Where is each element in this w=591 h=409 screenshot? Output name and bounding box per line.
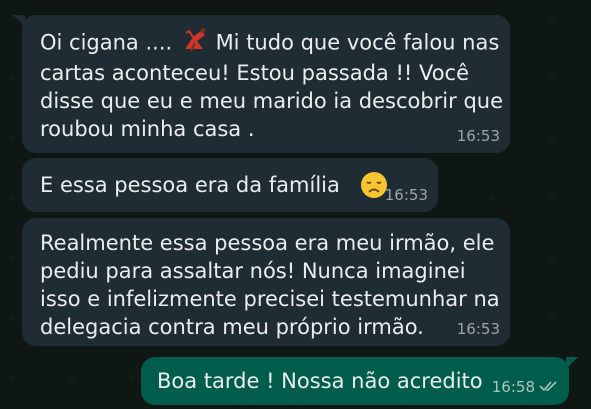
message-line: cartas aconteceu! Estou passada !! Você [40, 61, 470, 85]
message-line: Realmente essa pessoa era meu irmão, ele [40, 231, 495, 255]
incoming-message[interactable]: Oi cigana .... Mi tudo que você falou na… [13, 15, 510, 153]
double-check-icon [539, 378, 559, 396]
message-text: Mi tudo que você falou nas [215, 30, 500, 55]
message-time: 16:53 [384, 186, 428, 204]
message-time: 16:58 [491, 377, 535, 396]
message-line: Oi cigana .... Mi tudo que você falou na… [40, 27, 499, 60]
message-text: Oi cigana .... [40, 30, 173, 55]
message-text: E essa pessoa era da família [40, 173, 340, 197]
message-line: isso e infelizmente precisei testemunhar… [40, 287, 500, 311]
message-time: 16:53 [456, 127, 500, 145]
chat-background: Oi cigana .... Mi tudo que você falou na… [0, 0, 591, 409]
dancer-emoji [179, 27, 209, 60]
message-line: disse que eu e meu marido ia descobrir q… [40, 89, 504, 113]
message-line: roubou minha casa . [40, 117, 255, 141]
message-line: pediu para assaltar nós! Nunca imaginei [40, 259, 466, 283]
outgoing-message[interactable]: Boa tarde ! Nossa não acredito 16:58 [141, 357, 578, 405]
message-text: Boa tarde ! Nossa não acredito [157, 369, 483, 393]
message-time: 16:53 [456, 320, 500, 338]
incoming-message[interactable]: Realmente essa pessoa era meu irmão, ele… [22, 218, 510, 346]
incoming-message[interactable]: E essa pessoa era da família 16:53 [22, 158, 438, 212]
message-status: 16:58 [492, 378, 559, 397]
message-line: delegacia contra meu próprio irmão. [40, 315, 424, 339]
